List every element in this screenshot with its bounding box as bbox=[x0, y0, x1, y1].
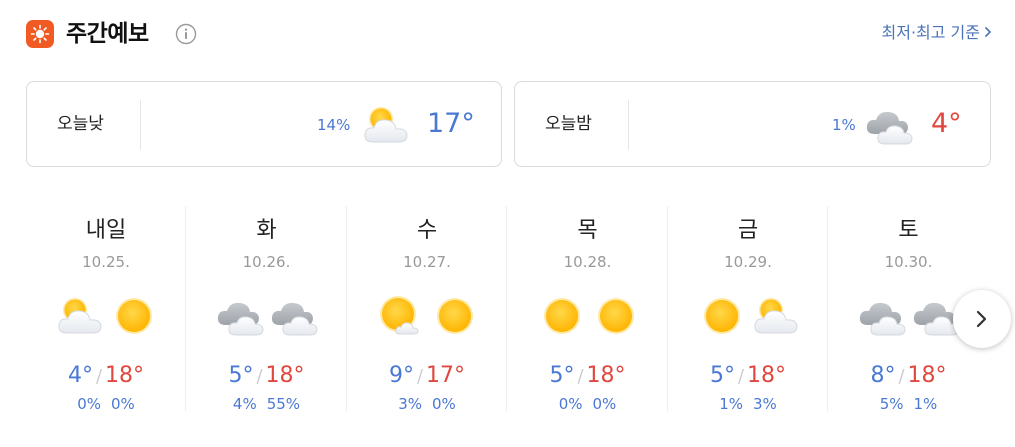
am-precip: 4% bbox=[232, 395, 257, 413]
weekly-forecast-header: 주간예보 최저·최고 기준 bbox=[26, 18, 992, 52]
partly-cloudy-icon bbox=[751, 293, 801, 339]
am-precip: 0% bbox=[558, 395, 583, 413]
chevron-right-icon bbox=[984, 22, 992, 44]
day-column[interactable]: 목 10.28. 5°/18° 0% 0% bbox=[508, 206, 668, 414]
low-temp: 5° bbox=[228, 363, 254, 388]
criteria-label: 최저·최고 기준 bbox=[881, 23, 981, 42]
day-precip: 0% 0% bbox=[26, 394, 186, 414]
cloudy-icon bbox=[865, 102, 915, 148]
chevron-right-icon bbox=[976, 310, 987, 328]
day-name: 목 bbox=[577, 218, 598, 243]
temp-separator: / bbox=[577, 366, 584, 387]
high-temp: 18° bbox=[265, 363, 305, 388]
low-temp: 5° bbox=[709, 363, 735, 388]
am-precip: 1% bbox=[719, 395, 743, 413]
today-day-precip: 14% bbox=[317, 116, 351, 134]
day-column[interactable]: 내일 10.25. 4°/18° 0% 0% bbox=[26, 206, 186, 414]
day-temps: 5°/18° bbox=[508, 362, 668, 391]
day-precip: 5% 1% bbox=[829, 394, 989, 414]
pm-precip: 55% bbox=[266, 395, 301, 413]
day-column[interactable]: 금 10.29. 5°/18° 1% 3% bbox=[668, 206, 828, 414]
am-precip: 3% bbox=[398, 395, 422, 413]
partly-cloudy-icon bbox=[361, 102, 411, 148]
cloudy-icon bbox=[270, 293, 320, 339]
low-temp: 8° bbox=[870, 363, 896, 388]
temp-separator: / bbox=[416, 366, 424, 387]
day-temps: 8°/18° bbox=[829, 362, 989, 391]
day-temps: 5°/18° bbox=[668, 362, 828, 391]
day-column[interactable]: 수 10.27. 9°/17° 3% 0% bbox=[347, 206, 507, 414]
mostly-sunny-icon bbox=[376, 293, 426, 339]
today-night-card[interactable]: 오늘밤 1% 4° bbox=[514, 81, 991, 167]
partly-cloudy-icon bbox=[55, 293, 105, 339]
low-temp: 4° bbox=[67, 363, 93, 388]
today-day-card[interactable]: 오늘낮 14% 17° bbox=[26, 81, 502, 167]
sun-icon bbox=[26, 20, 54, 48]
day-name: 화 bbox=[256, 218, 277, 243]
day-date: 10.28. bbox=[563, 253, 612, 271]
low-temp: 9° bbox=[388, 363, 414, 388]
section-title: 주간예보 bbox=[66, 21, 149, 47]
pm-precip: 1% bbox=[913, 395, 938, 413]
day-column[interactable]: 화 10.26. 5°/18° 4% 55% bbox=[187, 206, 347, 414]
today-night-label: 오늘밤 bbox=[545, 114, 592, 134]
sun-icon bbox=[537, 293, 587, 339]
today-day-label: 오늘낮 bbox=[57, 114, 104, 134]
temp-separator: / bbox=[256, 366, 263, 387]
divider bbox=[628, 100, 629, 150]
sun-icon bbox=[430, 293, 480, 339]
sun-icon bbox=[109, 293, 159, 339]
pm-precip: 0% bbox=[432, 395, 456, 413]
am-precip: 5% bbox=[879, 395, 904, 413]
day-name: 수 bbox=[416, 218, 438, 243]
weekly-forecast-list: 내일 10.25. 4°/18° 0% 0% 화 10.26. 5°/18° 4% 55% 수 10.… bbox=[26, 206, 990, 414]
today-day-temp: 17° bbox=[427, 108, 475, 139]
temp-separator: / bbox=[898, 366, 905, 387]
day-temps: 5°/18° bbox=[187, 362, 347, 391]
high-temp: 18° bbox=[907, 363, 947, 388]
info-icon[interactable] bbox=[175, 23, 197, 45]
day-precip: 4% 55% bbox=[187, 394, 347, 414]
pm-precip: 0% bbox=[592, 395, 617, 413]
next-button[interactable] bbox=[953, 290, 1011, 348]
day-name: 토 bbox=[898, 218, 919, 243]
pm-precip: 3% bbox=[753, 395, 777, 413]
high-temp: 18° bbox=[105, 363, 145, 388]
day-date: 10.30. bbox=[884, 253, 933, 271]
divider bbox=[140, 100, 141, 150]
day-precip: 0% 0% bbox=[508, 394, 668, 414]
day-date: 10.25. bbox=[82, 253, 130, 271]
day-date: 10.26. bbox=[242, 253, 291, 271]
pm-precip: 0% bbox=[111, 395, 135, 413]
temp-separator: / bbox=[95, 366, 103, 387]
cloudy-icon bbox=[858, 293, 908, 339]
day-temps: 4°/18° bbox=[26, 362, 186, 391]
day-date: 10.29. bbox=[724, 253, 772, 271]
low-temp: 5° bbox=[549, 363, 575, 388]
day-name: 금 bbox=[737, 218, 759, 243]
day-date: 10.27. bbox=[403, 253, 451, 271]
criteria-link[interactable]: 최저·최고 기준 bbox=[882, 22, 993, 44]
day-name: 내일 bbox=[85, 218, 127, 243]
high-temp: 17° bbox=[426, 363, 466, 388]
high-temp: 18° bbox=[586, 363, 626, 388]
sun-icon bbox=[591, 293, 641, 339]
day-precip: 3% 0% bbox=[347, 394, 507, 414]
sun-icon bbox=[697, 293, 747, 339]
today-night-precip: 1% bbox=[832, 116, 856, 134]
high-temp: 18° bbox=[747, 363, 787, 388]
today-night-temp: 4° bbox=[931, 108, 962, 139]
temp-separator: / bbox=[737, 366, 745, 387]
day-temps: 9°/17° bbox=[347, 362, 507, 391]
am-precip: 0% bbox=[77, 395, 101, 413]
cloudy-icon bbox=[216, 293, 266, 339]
day-precip: 1% 3% bbox=[668, 394, 828, 414]
